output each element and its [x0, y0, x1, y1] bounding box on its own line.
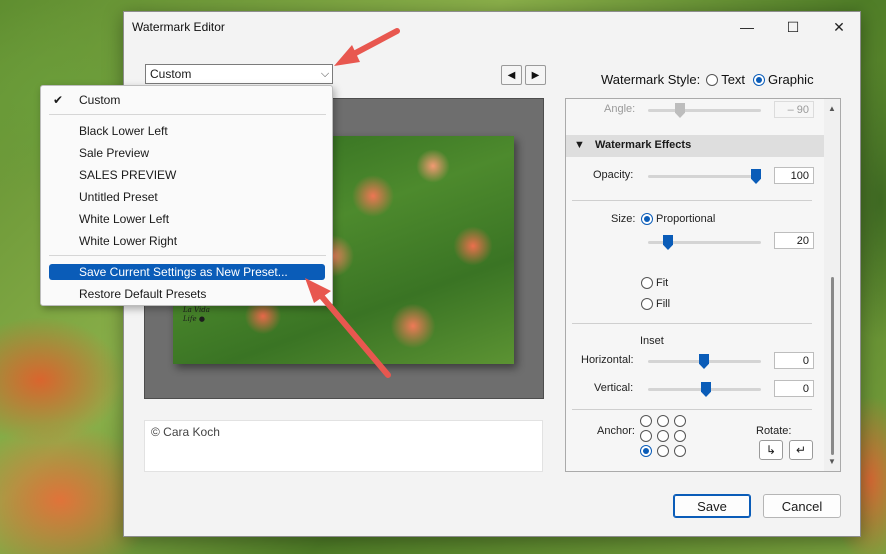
menu-item-custom[interactable]: Custom: [79, 93, 120, 107]
watermark-style-label: Watermark Style:: [601, 72, 701, 87]
size-fit-radio[interactable]: [641, 277, 653, 289]
anchor-bottom-left[interactable]: [640, 445, 652, 457]
divider: [572, 409, 812, 410]
horizontal-inset-thumb[interactable]: [699, 354, 709, 369]
menu-separator: [49, 114, 326, 115]
size-proportional-radio[interactable]: [641, 213, 653, 225]
horizontal-label: Horizontal:: [581, 354, 634, 366]
size-fill-label: Fill: [656, 298, 671, 310]
menu-item-white-lower-left[interactable]: White Lower Left: [79, 212, 169, 226]
size-slider-thumb[interactable]: [663, 235, 673, 250]
divider: [572, 323, 812, 324]
rotate-label: Rotate:: [756, 425, 792, 437]
style-graphic-label: Graphic: [768, 72, 814, 87]
title-bar: Watermark Editor — ☐ ✕: [124, 12, 860, 42]
angle-label: Angle:: [604, 103, 636, 115]
size-fit-label: Fit: [656, 277, 669, 289]
anchor-bottom-right[interactable]: [674, 445, 686, 457]
watermark-effects-title: Watermark Effects: [595, 139, 692, 151]
style-text-radio[interactable]: [706, 73, 719, 86]
previous-image-button[interactable]: ◀: [501, 65, 522, 85]
style-graphic-radio[interactable]: [753, 73, 766, 86]
inset-label: Inset: [640, 335, 664, 347]
size-fill-radio[interactable]: [641, 298, 653, 310]
scroll-up-icon[interactable]: ▲: [828, 104, 836, 113]
horizontal-inset-value[interactable]: 0: [774, 352, 814, 369]
opacity-value[interactable]: 100: [774, 167, 814, 184]
close-button[interactable]: ✕: [816, 12, 862, 42]
chevron-down-icon[interactable]: ⌵: [317, 65, 333, 83]
vertical-inset-slider[interactable]: [648, 382, 761, 397]
menu-item-sales-preview-caps[interactable]: SALES PREVIEW: [79, 168, 176, 182]
size-slider[interactable]: [648, 235, 761, 250]
preset-selected-value: Custom: [150, 67, 192, 81]
anchor-bottom-center[interactable]: [657, 445, 669, 457]
watermark-graphic: La Vida Life ●: [183, 306, 210, 323]
save-button[interactable]: Save: [673, 494, 751, 518]
angle-value[interactable]: – 90: [774, 101, 814, 118]
settings-panel: Angle: – 90 ▼ Watermark Effects Opacity:…: [565, 98, 841, 472]
menu-item-white-lower-right[interactable]: White Lower Right: [79, 234, 177, 248]
rotate-counterclockwise-button[interactable]: ↵: [789, 440, 813, 460]
minimize-button[interactable]: —: [724, 12, 770, 42]
copyright-text-field[interactable]: © Cara Koch: [144, 420, 543, 472]
scroll-down-icon[interactable]: ▼: [828, 457, 836, 466]
menu-item-save-as-new-preset[interactable]: Save Current Settings as New Preset...: [79, 265, 288, 279]
menu-item-black-lower-left[interactable]: Black Lower Left: [79, 124, 168, 138]
preset-dropdown-menu: ✔ Custom Black Lower Left Sale Preview S…: [40, 85, 333, 306]
checkmark-icon: ✔: [53, 93, 64, 107]
divider: [572, 200, 812, 201]
cancel-button[interactable]: Cancel: [763, 494, 841, 518]
opacity-slider-thumb[interactable]: [751, 169, 761, 184]
maximize-button[interactable]: ☐: [770, 12, 816, 42]
preset-dropdown[interactable]: Custom: [145, 64, 333, 84]
panel-scrollbar[interactable]: ▲ ▼: [824, 99, 840, 471]
vertical-label: Vertical:: [594, 382, 634, 394]
anchor-top-right[interactable]: [674, 415, 686, 427]
anchor-label: Anchor:: [597, 425, 635, 437]
size-value[interactable]: 20: [774, 232, 814, 249]
watermark-style-row: Watermark Style: Text Graphic: [601, 72, 814, 87]
next-image-button[interactable]: ▶: [525, 65, 546, 85]
anchor-middle-left[interactable]: [640, 430, 652, 442]
menu-item-restore-default-presets[interactable]: Restore Default Presets: [79, 287, 206, 301]
opacity-slider[interactable]: [648, 169, 761, 184]
collapse-triangle-icon: ▼: [574, 139, 585, 151]
angle-slider-thumb[interactable]: [675, 103, 685, 118]
size-label: Size:: [611, 213, 636, 225]
opacity-label: Opacity:: [593, 169, 634, 181]
vertical-inset-thumb[interactable]: [701, 382, 711, 397]
scroll-thumb[interactable]: [831, 277, 834, 455]
window-title: Watermark Editor: [132, 20, 225, 34]
anchor-grid: [640, 415, 686, 457]
menu-item-untitled-preset[interactable]: Untitled Preset: [79, 190, 158, 204]
vertical-inset-value[interactable]: 0: [774, 380, 814, 397]
menu-item-sale-preview[interactable]: Sale Preview: [79, 146, 149, 160]
size-proportional-label: Proportional: [656, 213, 716, 225]
anchor-top-center[interactable]: [657, 415, 669, 427]
watermark-effects-header[interactable]: ▼ Watermark Effects: [566, 135, 824, 157]
anchor-top-left[interactable]: [640, 415, 652, 427]
angle-slider[interactable]: [648, 103, 761, 118]
anchor-middle-right[interactable]: [674, 430, 686, 442]
horizontal-inset-slider[interactable]: [648, 354, 761, 369]
anchor-center[interactable]: [657, 430, 669, 442]
style-text-label: Text: [721, 72, 746, 87]
rotate-clockwise-button[interactable]: ↳: [759, 440, 783, 460]
menu-separator: [49, 255, 326, 256]
